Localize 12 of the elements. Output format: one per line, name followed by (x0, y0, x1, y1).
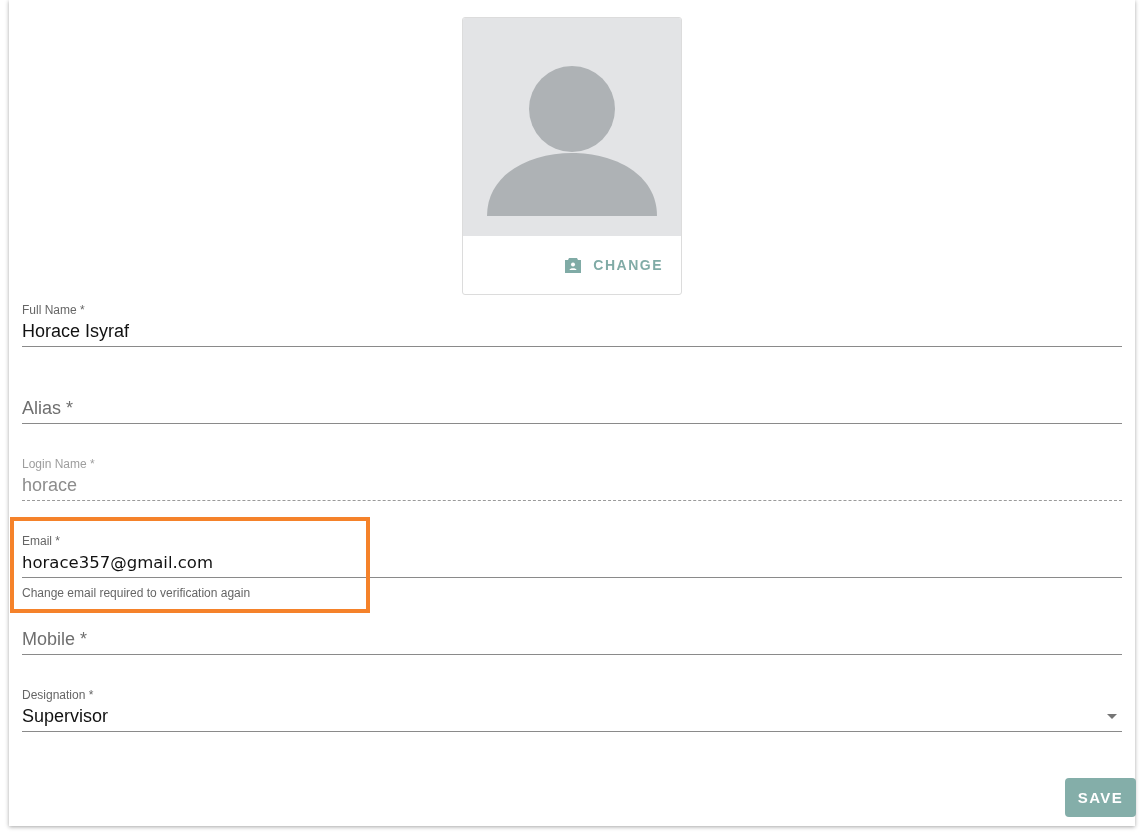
text-field[interactable]: Mobile * (22, 625, 1122, 655)
helper-text: Change email required to verification again (22, 585, 251, 601)
designation-select[interactable]: Supervisor (22, 702, 1122, 732)
text-field[interactable]: Horace Isyraf (22, 317, 1122, 347)
camera-icon (564, 257, 583, 273)
text-field[interactable]: horace357@gmail.com (22, 548, 1122, 578)
dropdown-caret-icon (1107, 714, 1117, 719)
field-label: Email * (22, 534, 60, 548)
field-label: Full Name * (22, 303, 85, 317)
field-label: Designation * (22, 688, 94, 702)
text-field[interactable]: Alias * (22, 394, 1122, 424)
field-label: Login Name * (22, 457, 95, 471)
